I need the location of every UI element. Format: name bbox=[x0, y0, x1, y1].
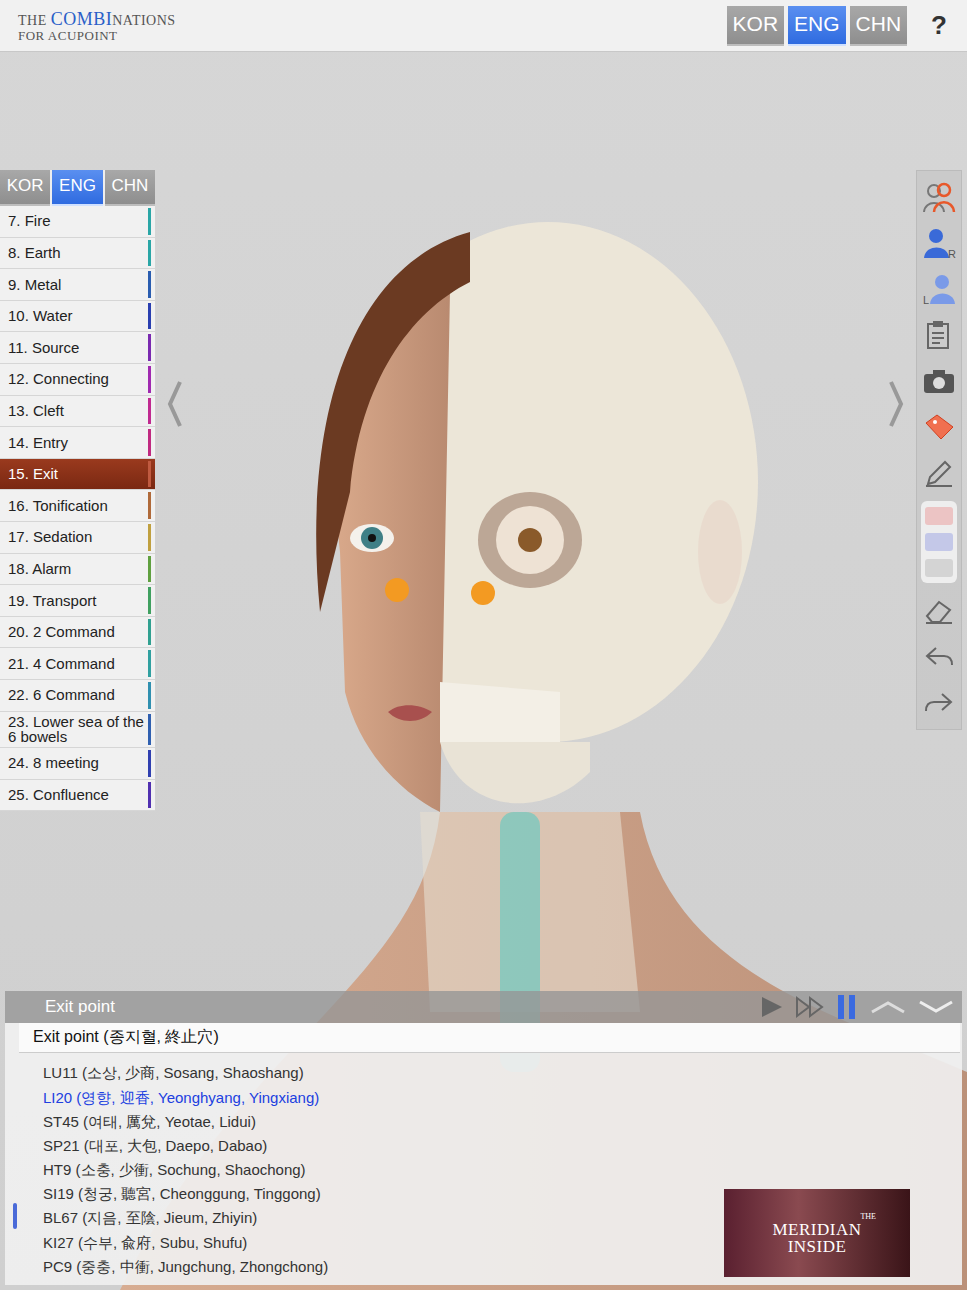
category-item[interactable]: 13. Cleft bbox=[0, 396, 155, 428]
color-swatch[interactable] bbox=[925, 533, 953, 551]
undo-button[interactable] bbox=[921, 639, 957, 675]
camera-button[interactable] bbox=[921, 363, 957, 399]
next-arrow-icon[interactable] bbox=[888, 380, 904, 428]
category-color-bar bbox=[148, 782, 151, 809]
category-item[interactable]: 22. 6 Command bbox=[0, 680, 155, 712]
category-color-bar bbox=[148, 366, 151, 393]
category-item[interactable]: 9. Metal bbox=[0, 269, 155, 301]
svg-text:R: R bbox=[948, 248, 956, 260]
category-color-bar bbox=[148, 650, 151, 677]
category-item[interactable]: 21. 4 Command bbox=[0, 648, 155, 680]
category-color-bar bbox=[148, 303, 151, 330]
category-item[interactable]: 17. Sedation bbox=[0, 522, 155, 554]
fast-forward-icon[interactable] bbox=[796, 996, 824, 1018]
language-tab[interactable]: KOR bbox=[727, 6, 785, 46]
category-color-bar bbox=[148, 398, 151, 425]
previous-arrow-icon[interactable] bbox=[167, 380, 183, 428]
category-color-bar bbox=[148, 619, 151, 646]
point-row[interactable]: HT9 (소충, 少衝, Sochung, Shaochong) bbox=[43, 1158, 962, 1182]
notes-button[interactable] bbox=[921, 317, 957, 353]
category-item[interactable]: 14. Entry bbox=[0, 427, 155, 459]
stage: KORENGCHN7. Fire8. Earth9. Metal10. Wate… bbox=[0, 52, 967, 1290]
tag-icon bbox=[923, 413, 955, 441]
category-color-bar bbox=[148, 461, 151, 488]
category-color-bar bbox=[148, 714, 151, 746]
category-item[interactable]: 10. Water bbox=[0, 301, 155, 333]
label-button[interactable] bbox=[921, 409, 957, 445]
category-color-bar bbox=[148, 429, 151, 456]
scroll-thumb[interactable] bbox=[13, 1203, 17, 1229]
category-item[interactable]: 12. Connecting bbox=[0, 364, 155, 396]
point-row[interactable]: LU11 (소상, 少商, Sosang, Shaoshang) bbox=[43, 1061, 962, 1085]
point-row[interactable]: SP21 (대포, 大包, Daepo, Dabao) bbox=[43, 1134, 962, 1158]
undo-icon bbox=[924, 645, 954, 669]
category-item[interactable]: 7. Fire bbox=[0, 206, 155, 238]
category-color-bar bbox=[148, 208, 151, 235]
point-panel: Exit pointExit point (종지혈, 終止穴) LU11 (소상,… bbox=[5, 991, 962, 1285]
point-list-heading: Exit point (종지혈, 終止穴) bbox=[19, 1023, 960, 1053]
redo-icon bbox=[924, 691, 954, 715]
top-bar: THE COMBINATIONSFOR ACUPOINT KORENGCHN? bbox=[0, 0, 967, 52]
category-color-bar bbox=[148, 556, 151, 583]
pencil-button[interactable] bbox=[921, 455, 957, 491]
help-button[interactable]: ? bbox=[931, 10, 947, 41]
category-color-bar bbox=[148, 682, 151, 709]
language-tab[interactable]: CHN bbox=[850, 6, 908, 46]
category-item[interactable]: 20. 2 Command bbox=[0, 617, 155, 649]
collapse-icon[interactable] bbox=[918, 1000, 954, 1014]
logo: THE COMBINATIONSFOR ACUPOINT bbox=[18, 10, 176, 42]
category-color-bar bbox=[148, 240, 151, 267]
sidebar-language-tab[interactable]: CHN bbox=[105, 170, 155, 206]
category-item[interactable]: 18. Alarm bbox=[0, 554, 155, 586]
eraser-button[interactable] bbox=[921, 593, 957, 629]
category-item[interactable]: 19. Transport bbox=[0, 585, 155, 617]
category-item[interactable]: 23. Lower sea of the 6 bowels bbox=[0, 712, 155, 749]
color-swatch[interactable] bbox=[925, 559, 953, 577]
pencil-icon bbox=[924, 458, 954, 488]
model-toggle-button[interactable] bbox=[921, 179, 957, 215]
meridian-inside-banner[interactable]: THEMERIDIANINSIDE bbox=[724, 1189, 910, 1277]
color-swatch[interactable] bbox=[925, 507, 953, 525]
play-icon[interactable] bbox=[760, 996, 784, 1018]
category-item[interactable]: 25. Confluence bbox=[0, 780, 155, 812]
point-list: Exit point (종지혈, 終止穴) LU11 (소상, 少商, Sosan… bbox=[5, 1023, 962, 1285]
language-tab[interactable]: ENG bbox=[788, 6, 846, 46]
category-panel: KORENGCHN7. Fire8. Earth9. Metal10. Wate… bbox=[0, 170, 155, 811]
pause-icon[interactable] bbox=[836, 994, 858, 1020]
person-right-icon: R bbox=[922, 226, 956, 260]
camera-icon bbox=[923, 368, 955, 394]
point-panel-header: Exit point bbox=[5, 991, 962, 1023]
eraser-icon bbox=[924, 598, 954, 624]
sidebar-language-tab[interactable]: ENG bbox=[52, 170, 102, 206]
category-color-bar bbox=[148, 492, 151, 519]
redo-button[interactable] bbox=[921, 685, 957, 721]
expand-icon[interactable] bbox=[870, 1000, 906, 1014]
category-color-bar bbox=[148, 334, 151, 361]
point-row[interactable]: LI20 (영향, 迎香, Yeonghyang, Yingxiang) bbox=[43, 1086, 962, 1110]
category-color-bar bbox=[148, 750, 151, 777]
right-view-button[interactable]: R bbox=[921, 225, 957, 261]
category-color-bar bbox=[148, 271, 151, 298]
app: THE COMBINATIONSFOR ACUPOINTKORENGCHN?KO… bbox=[0, 0, 967, 1290]
category-color-bar bbox=[148, 524, 151, 551]
category-color-bar bbox=[148, 587, 151, 614]
point-row[interactable]: ST45 (여태, 厲兌, Yeotae, Lidui) bbox=[43, 1110, 962, 1134]
clipboard-icon bbox=[925, 320, 953, 350]
sidebar-language-tab[interactable]: KOR bbox=[0, 170, 50, 206]
person-left-icon: L bbox=[922, 272, 956, 306]
category-item[interactable]: 15. Exit bbox=[0, 459, 155, 491]
category-item[interactable]: 16. Tonification bbox=[0, 490, 155, 522]
people-icon bbox=[922, 180, 956, 214]
category-item[interactable]: 24. 8 meeting bbox=[0, 748, 155, 780]
left-view-button[interactable]: L bbox=[921, 271, 957, 307]
svg-text:L: L bbox=[923, 294, 929, 306]
category-item[interactable]: 11. Source bbox=[0, 332, 155, 364]
tool-bar: RL bbox=[916, 170, 962, 730]
category-item[interactable]: 8. Earth bbox=[0, 238, 155, 270]
